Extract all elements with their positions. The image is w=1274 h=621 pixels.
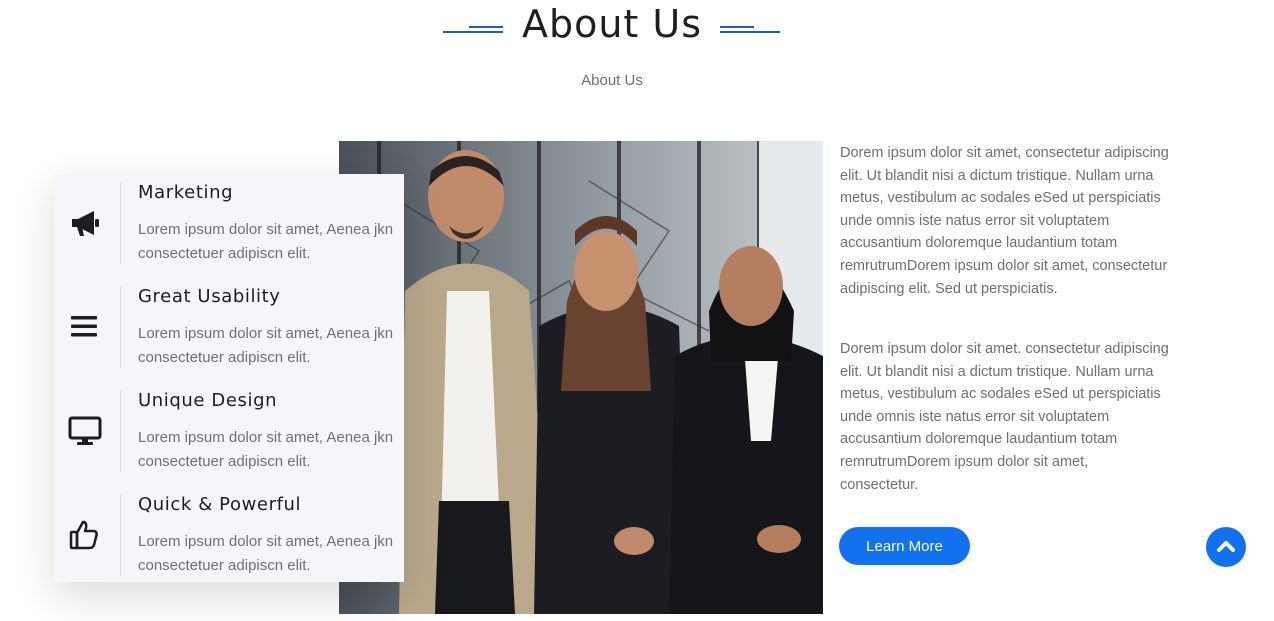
about-paragraph-2: Dorem ipsum dolor sit amet. consectetur … [840, 341, 1169, 493]
feature-title: Great Usability [138, 286, 281, 307]
menu-bars-icon [68, 310, 102, 344]
about-section: About Us About Us Marketing Lorem ipsum … [0, 0, 1274, 621]
title-decoration-right [720, 26, 780, 34]
feature-title: Unique Design [138, 390, 278, 411]
feature-title: Quick & Powerful [138, 494, 302, 515]
feature-divider [120, 494, 121, 576]
chevron-up-icon [1216, 537, 1236, 557]
thumbs-up-icon [68, 518, 102, 552]
feature-divider [120, 390, 121, 472]
monitor-icon [68, 414, 102, 448]
feature-item-powerful: Quick & Powerful Lorem ipsum dolor sit a… [54, 488, 404, 578]
features-card: Marketing Lorem ipsum dolor sit amet, Ae… [54, 174, 404, 582]
feature-title: Marketing [138, 182, 234, 203]
section-title: About Us [521, 2, 703, 46]
feature-description: Lorem ipsum dolor sit amet, Aenea jkn co… [138, 429, 394, 470]
learn-more-button[interactable]: Learn More [839, 527, 970, 565]
feature-description: Lorem ipsum dolor sit amet, Aenea jkn co… [138, 533, 394, 574]
feature-item-design: Unique Design Lorem ipsum dolor sit amet… [54, 384, 404, 474]
megaphone-icon [68, 206, 102, 240]
feature-divider [120, 182, 121, 264]
feature-divider [120, 286, 121, 368]
feature-item-marketing: Marketing Lorem ipsum dolor sit amet, Ae… [54, 176, 404, 266]
feature-description: Lorem ipsum dolor sit amet, Aenea jkn co… [138, 221, 394, 262]
team-photo [339, 141, 823, 614]
feature-description: Lorem ipsum dolor sit amet, Aenea jkn co… [138, 325, 394, 366]
section-subtitle: About Us [581, 72, 643, 89]
feature-item-usability: Great Usability Lorem ipsum dolor sit am… [54, 280, 404, 370]
scroll-to-top-button[interactable] [1206, 527, 1246, 567]
about-paragraph-1: Dorem ipsum dolor sit amet, consectetur … [840, 145, 1169, 297]
